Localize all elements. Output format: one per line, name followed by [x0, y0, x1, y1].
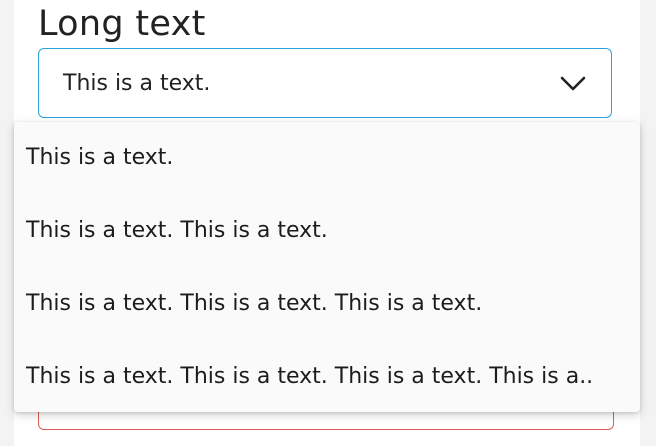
dropdown-menu: This is a text. This is a text. This is … — [14, 122, 640, 412]
long-text-select[interactable]: This is a text. — [38, 48, 612, 118]
dropdown-option[interactable]: This is a text. — [14, 122, 640, 194]
dropdown-option[interactable]: This is a text. This is a text. — [14, 195, 640, 267]
field-label: Long text — [38, 4, 206, 44]
select-value: This is a text. — [63, 71, 211, 96]
chevron-down-icon[interactable] — [559, 73, 587, 93]
screen: Long text This is a text. This is a text… — [0, 0, 656, 446]
dropdown-option[interactable]: This is a text. This is a text. This is … — [14, 341, 640, 412]
dropdown-option[interactable]: This is a text. This is a text. This is … — [14, 268, 640, 340]
